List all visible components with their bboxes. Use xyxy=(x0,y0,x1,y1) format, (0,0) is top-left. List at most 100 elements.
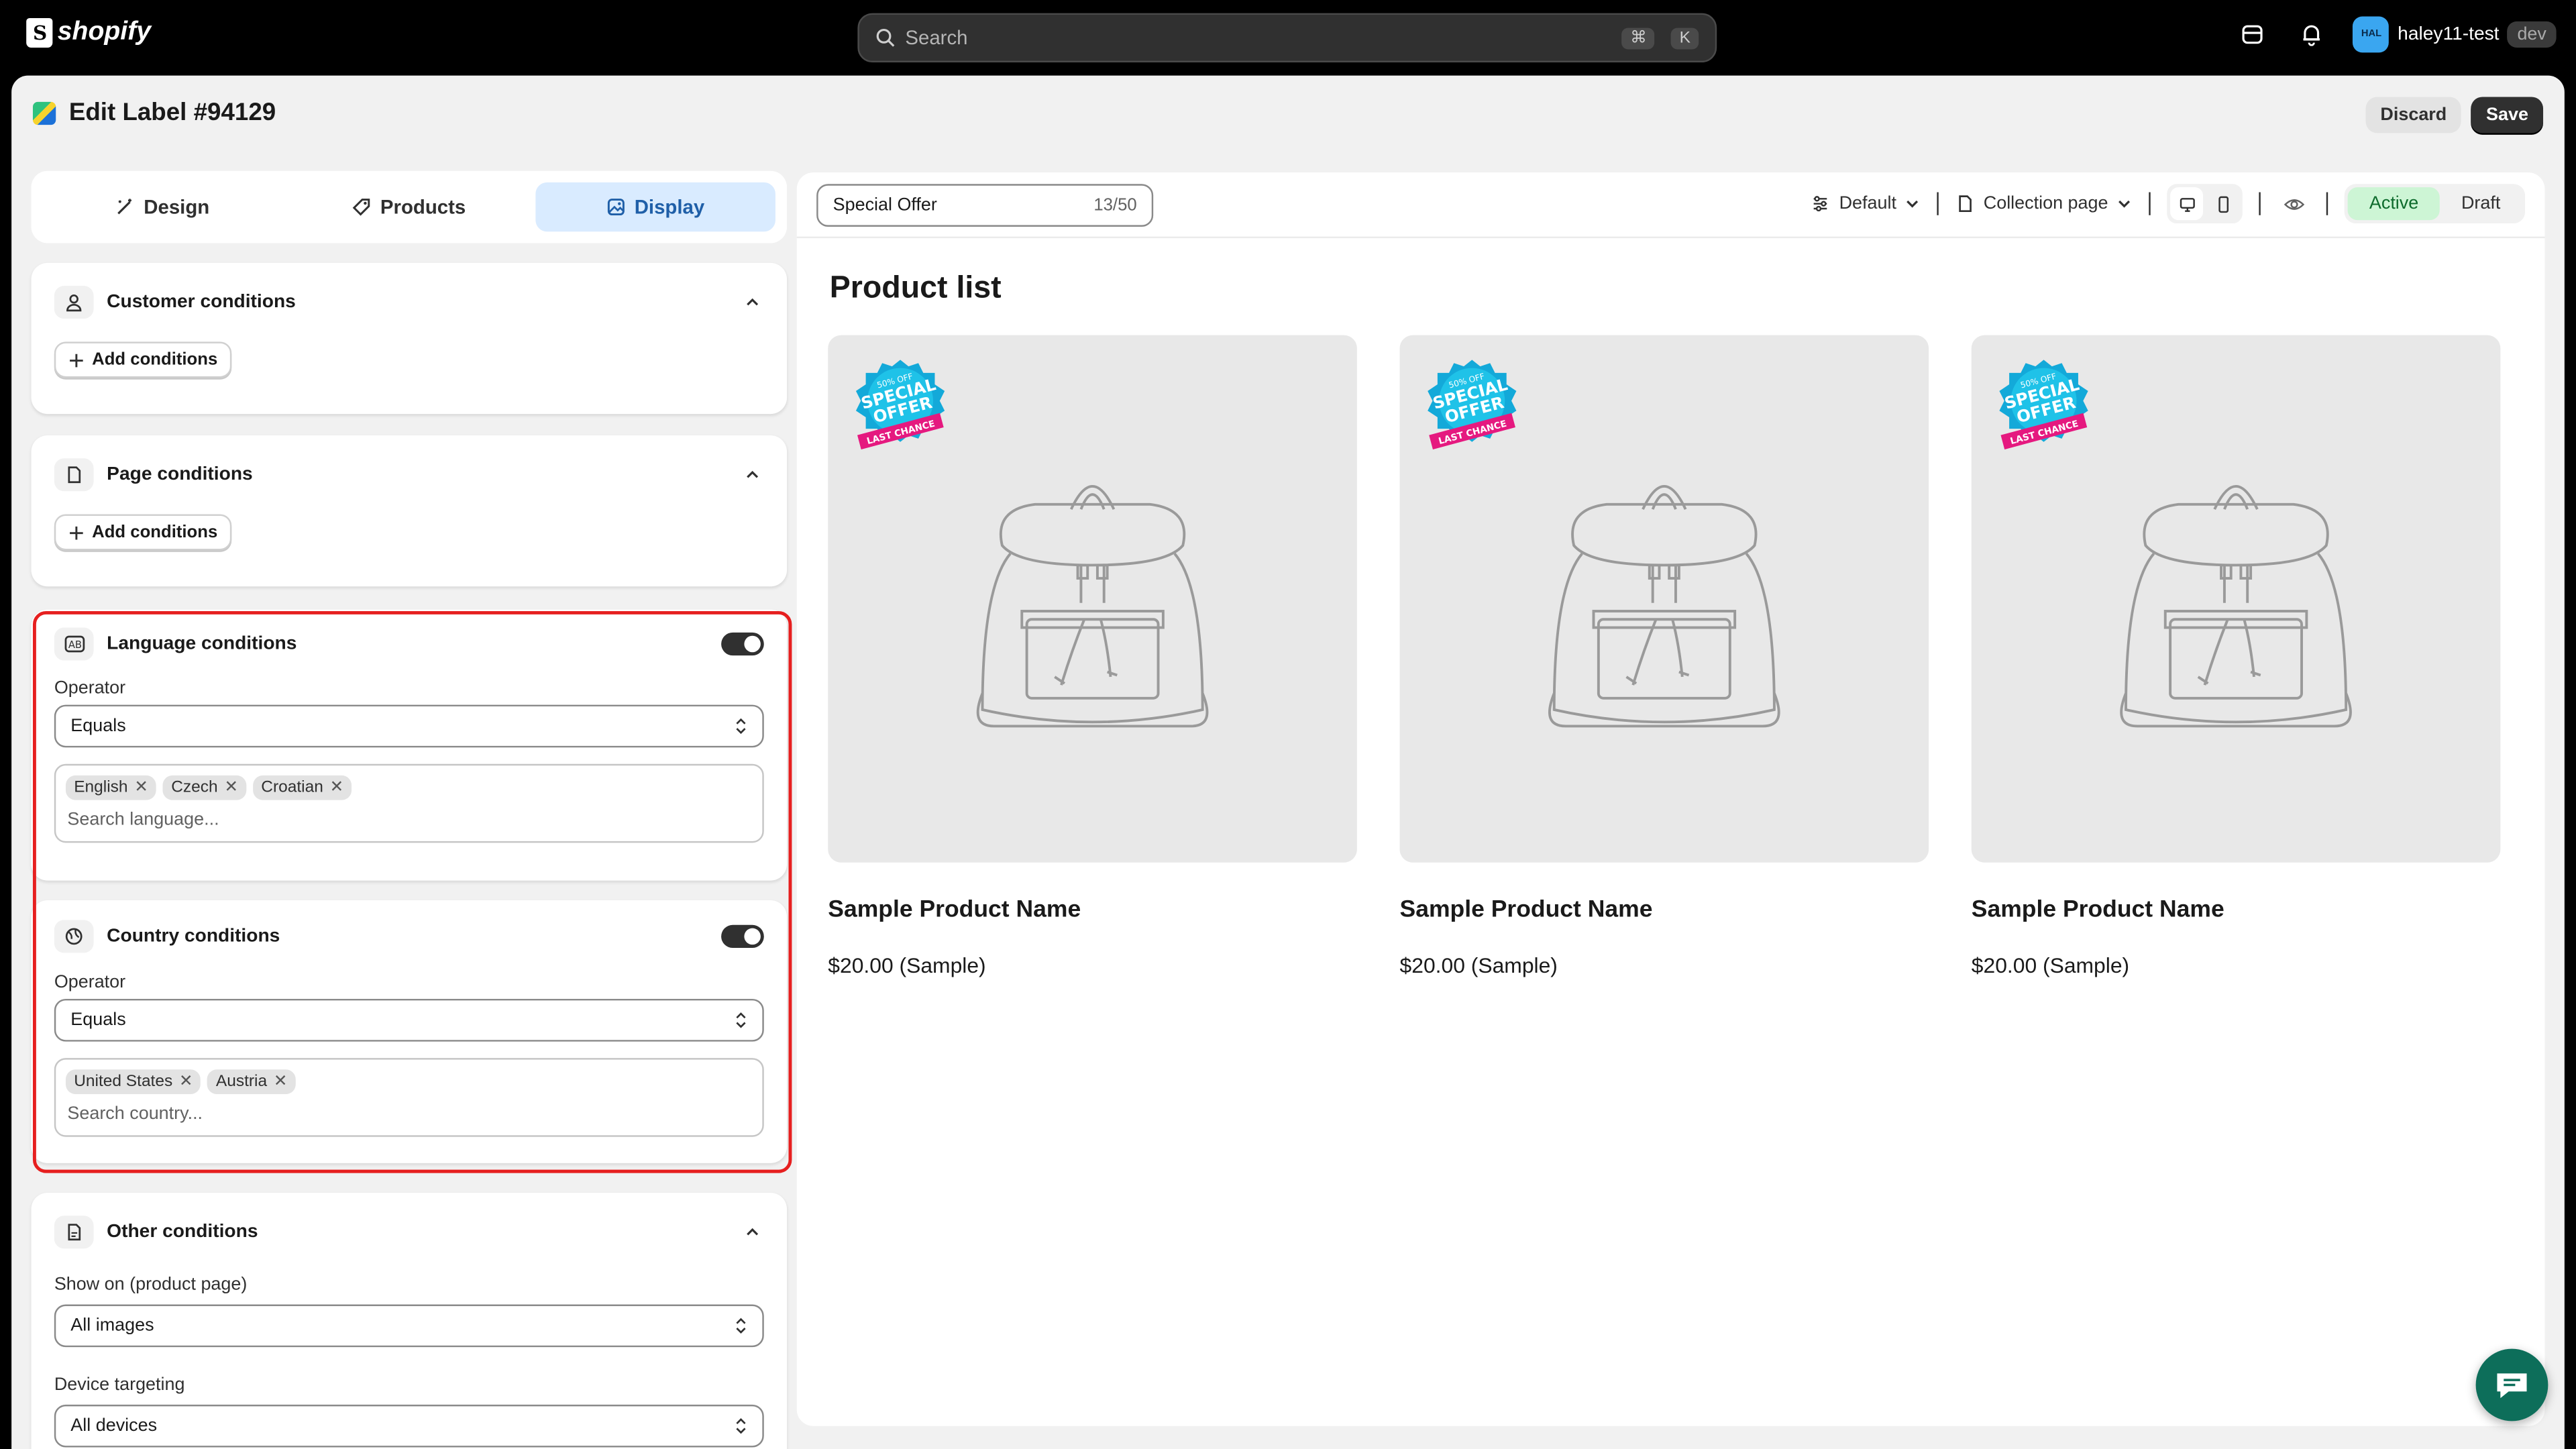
status-toggle: Active Draft xyxy=(2345,184,2526,224)
product-card[interactable]: 50% OFF SPECIAL OFFER LAST CHANCE Sample… xyxy=(1971,335,2501,978)
close-icon[interactable]: ✕ xyxy=(274,1073,288,1091)
image-icon xyxy=(608,199,625,216)
shopify-bag-icon xyxy=(26,17,53,48)
divider xyxy=(1937,192,1939,215)
shortcut-cmd: ⌘ xyxy=(1621,27,1655,49)
preview-toolbar: Special Offer 13/50 Default Collection p… xyxy=(796,172,2545,239)
add-customer-conditions-button[interactable]: Add conditions xyxy=(54,341,233,378)
brand-name: shopify xyxy=(57,17,152,46)
country-conditions-title: Country conditions xyxy=(107,926,280,947)
chevron-down-icon xyxy=(1907,200,1919,208)
person-icon xyxy=(54,286,94,319)
tag-label: Croatian xyxy=(261,778,323,797)
page-type-dropdown[interactable]: Collection page xyxy=(1955,194,2133,213)
show-on-select[interactable]: All images xyxy=(54,1304,764,1348)
store-switcher-icon[interactable] xyxy=(2235,16,2271,52)
shopify-logo[interactable]: shopify xyxy=(26,17,152,48)
country-search-placeholder[interactable]: Search country... xyxy=(67,1104,751,1124)
chevron-up-icon[interactable] xyxy=(741,1221,763,1244)
country-tag-input[interactable]: United States ✕ Austria ✕ Search country..… xyxy=(54,1058,764,1137)
eye-icon[interactable] xyxy=(2277,187,2310,220)
label-char-count: 13/50 xyxy=(1093,195,1137,215)
desktop-icon[interactable] xyxy=(2170,187,2204,221)
language-tag: Czech ✕ xyxy=(162,775,247,800)
country-conditions-toggle[interactable] xyxy=(721,924,764,949)
add-page-conditions-button[interactable]: Add conditions xyxy=(54,514,233,551)
plus-icon xyxy=(70,353,83,367)
product-name[interactable]: Sample Product Name xyxy=(1400,897,1929,923)
chat-button[interactable] xyxy=(2475,1348,2548,1421)
other-conditions-card: Other conditions Show on (product page) … xyxy=(31,1192,788,1449)
status-active-button[interactable]: Active xyxy=(2348,187,2440,221)
backpack-icon xyxy=(1548,484,1780,728)
country-conditions-card: Country conditions Operator Equals Unite… xyxy=(31,900,788,1163)
theme-dropdown[interactable]: Default xyxy=(1811,194,1921,213)
tag-label: English xyxy=(74,778,128,797)
product-name[interactable]: Sample Product Name xyxy=(828,897,1357,923)
language-tag: English ✕ xyxy=(65,775,157,800)
page-type-label: Collection page xyxy=(1983,193,2108,214)
backpack-icon xyxy=(976,484,1209,728)
tab-design[interactable]: Design xyxy=(43,182,283,231)
operator-label: Operator xyxy=(54,972,126,993)
select-arrows-icon xyxy=(736,1318,746,1334)
product-list-title: Product list xyxy=(829,271,1002,306)
chevron-up-icon[interactable] xyxy=(741,464,763,486)
page-conditions-card: Page conditions Add conditions xyxy=(31,435,788,587)
label-name-input[interactable]: Special Offer 13/50 xyxy=(816,183,1154,226)
search-input[interactable]: Search ⌘ K xyxy=(857,13,1717,63)
show-on-value: All images xyxy=(70,1316,154,1336)
customer-conditions-title: Customer conditions xyxy=(107,292,296,313)
language-conditions-title: Language conditions xyxy=(107,633,297,653)
product-name[interactable]: Sample Product Name xyxy=(1972,897,2501,923)
language-operator-select[interactable]: Equals xyxy=(54,704,764,748)
backpack-icon xyxy=(2120,484,2352,728)
device-targeting-select[interactable]: All devices xyxy=(54,1404,764,1448)
language-conditions-toggle[interactable] xyxy=(721,631,764,655)
page-conditions-title: Page conditions xyxy=(107,465,253,485)
page-icon xyxy=(1960,195,1972,213)
language-search-placeholder[interactable]: Search language... xyxy=(67,810,751,829)
other-conditions-title: Other conditions xyxy=(107,1222,258,1242)
language-tag-input[interactable]: English ✕ Czech ✕ Croatian ✕ Search languag… xyxy=(54,763,764,843)
tab-products[interactable]: Products xyxy=(289,182,529,231)
select-arrows-icon xyxy=(736,1418,746,1434)
mobile-icon[interactable] xyxy=(2206,187,2239,220)
language-operator-value: Equals xyxy=(70,716,126,737)
country-operator-select[interactable]: Equals xyxy=(54,998,764,1042)
product-price: $20.00 (Sample) xyxy=(828,953,986,978)
product-price: $20.00 (Sample) xyxy=(1971,953,2130,978)
close-icon[interactable]: ✕ xyxy=(224,779,238,797)
product-image: 50% OFF SPECIAL OFFER LAST CHANCE xyxy=(1399,335,1929,863)
svg-text:AB: AB xyxy=(68,639,81,650)
country-tag: United States ✕ xyxy=(65,1069,201,1095)
product-card[interactable]: 50% OFF SPECIAL OFFER LAST CHANCE Sample… xyxy=(1399,335,1929,978)
special-offer-sticker: 50% OFF SPECIAL OFFER LAST CHANCE xyxy=(1999,360,2088,449)
chevron-up-icon[interactable] xyxy=(741,290,763,313)
theme-dropdown-label: Default xyxy=(1839,193,1896,214)
close-icon[interactable]: ✕ xyxy=(330,779,344,797)
close-icon[interactable]: ✕ xyxy=(179,1073,193,1091)
tab-display-label: Display xyxy=(634,195,705,219)
tag-label: United States xyxy=(74,1073,173,1091)
tag-label: Czech xyxy=(171,778,218,797)
language-conditions-card: AB Language conditions Operator Equals E… xyxy=(31,609,788,881)
product-image: 50% OFF SPECIAL OFFER LAST CHANCE xyxy=(1971,335,2501,863)
translate-icon: AB xyxy=(54,627,94,660)
chat-icon xyxy=(2497,1373,2527,1399)
divider xyxy=(2326,192,2328,215)
sliders-icon xyxy=(1814,196,1828,212)
save-button[interactable]: Save xyxy=(2471,97,2544,133)
discard-button[interactable]: Discard xyxy=(2365,97,2462,133)
app-logo-icon xyxy=(32,101,56,124)
status-draft-button[interactable]: Draft xyxy=(2440,187,2522,220)
tab-display[interactable]: Display xyxy=(535,182,775,232)
divider xyxy=(2259,192,2261,215)
magic-wand-icon xyxy=(118,199,133,215)
close-icon[interactable]: ✕ xyxy=(134,779,148,797)
user-name: haley11-test xyxy=(2398,24,2500,45)
app-frame: Edit Label #94129 Discard Save Design Pr… xyxy=(11,75,2565,1449)
bell-icon[interactable] xyxy=(2294,16,2330,52)
user-menu[interactable]: HAL haley11-test dev xyxy=(2353,16,2557,53)
product-card[interactable]: 50% OFF SPECIAL OFFER LAST CHANCE Sample… xyxy=(828,335,1357,978)
